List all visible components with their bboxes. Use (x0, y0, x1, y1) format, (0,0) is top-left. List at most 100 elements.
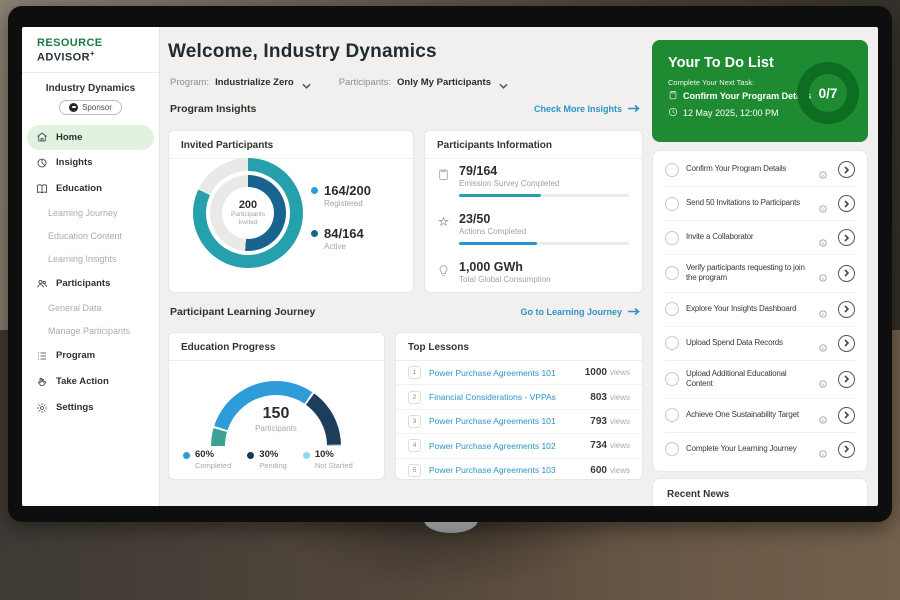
lesson-row: 3 Power Purchase Agreements 101 793 view… (396, 410, 642, 434)
link-label: Check More Insights (534, 104, 622, 114)
completed-dot (183, 452, 190, 459)
education-progress-card: Education Progress 150 Participants 60% … (168, 332, 385, 480)
card-title: Top Lessons (396, 333, 642, 361)
sidebar-item-label: Manage Participants (48, 326, 130, 336)
task-row[interactable]: Upload Additional Educational Content (665, 361, 855, 399)
arrow-right-icon (627, 104, 640, 115)
task-row[interactable]: Invite a Collaborator (665, 221, 855, 255)
task-checkbox[interactable] (665, 408, 679, 422)
task-label: Send 50 Invitations to Participants (686, 198, 812, 208)
hand-icon (35, 375, 48, 388)
sidebar-item-insights[interactable]: Insights (22, 150, 159, 176)
participants-filter-value[interactable]: Only My Participants (397, 77, 491, 88)
task-checkbox[interactable] (665, 372, 679, 386)
task-row[interactable]: Achieve One Sustainability Target (665, 399, 855, 433)
task-checkbox[interactable] (665, 336, 679, 350)
task-go-button[interactable] (838, 301, 855, 318)
pending-dot (247, 452, 254, 459)
task-row[interactable]: Complete Your Learning Journey (665, 433, 855, 466)
task-row[interactable]: Confirm Your Program Details (665, 153, 855, 187)
task-info-icon (819, 269, 827, 277)
task-checkbox[interactable] (665, 163, 679, 177)
views-suffix: views (610, 441, 630, 450)
views-suffix: views (610, 466, 630, 475)
lesson-row: 5 Power Purchase Agreements 103 600 view… (396, 459, 642, 482)
rank-badge: 1 (408, 366, 421, 379)
task-info-icon (819, 411, 827, 419)
card-title: Participants Information (425, 131, 642, 159)
legend-not-started: 10% Not Started (303, 449, 353, 470)
survey-progress-fill (459, 194, 541, 197)
task-checkbox[interactable] (665, 442, 679, 456)
task-go-button[interactable] (838, 229, 855, 246)
task-label: Upload Additional Educational Content (686, 369, 812, 390)
arrow-right-icon (627, 307, 640, 318)
sidebar-item-education[interactable]: Education (22, 176, 159, 202)
task-label: Confirm Your Program Details (686, 164, 812, 174)
actions-progress-track (459, 242, 629, 245)
registered-label: Registered (324, 199, 371, 208)
todo-progress-ring: 0/7 (797, 62, 859, 124)
completed-pct: 60% (195, 449, 231, 460)
task-checkbox[interactable] (665, 266, 679, 280)
sidebar-item-label: Home (56, 132, 82, 143)
task-go-button[interactable] (838, 441, 855, 458)
chevron-down-icon[interactable] (302, 81, 311, 87)
lesson-link[interactable]: Financial Considerations - VPPAs (429, 392, 590, 402)
sidebar-item-take-action[interactable]: Take Action (22, 369, 159, 395)
logo-resource: RESOURCE (37, 37, 103, 49)
task-checkbox[interactable] (665, 302, 679, 316)
task-go-button[interactable] (838, 371, 855, 388)
sidebar-item-manage-participants[interactable]: Manage Participants (22, 320, 159, 343)
task-checkbox[interactable] (665, 197, 679, 211)
sidebar-item-education-content[interactable]: Education Content (22, 225, 159, 248)
lesson-link[interactable]: Power Purchase Agreements 102 (429, 441, 590, 451)
invited-participants-card: Invited Participants 200 ParticipantsInv… (168, 130, 414, 293)
lesson-row: 4 Power Purchase Agreements 102 734 view… (396, 434, 642, 458)
task-label: Explore Your Insights Dashboard (686, 304, 812, 314)
dashboard-screen: RESOURCE ADVISOR+ Industry Dynamics Spon… (22, 27, 878, 506)
collapse-tasks-link[interactable]: Collapse Tasks (665, 466, 855, 472)
sidebar-item-participants[interactable]: Participants (22, 271, 159, 297)
task-go-button[interactable] (838, 335, 855, 352)
lesson-link[interactable]: Power Purchase Agreements 101 (429, 416, 590, 426)
lesson-link[interactable]: Power Purchase Agreements 101 (429, 368, 585, 378)
lesson-link[interactable]: Power Purchase Agreements 103 (429, 465, 590, 475)
lesson-row: 2 Financial Considerations - VPPAs 803 v… (396, 385, 642, 409)
sidebar-item-label: Education Content (48, 231, 122, 241)
card-title: Education Progress (169, 333, 384, 361)
chevron-down-icon[interactable] (499, 81, 508, 87)
sidebar-item-program[interactable]: Program (22, 343, 159, 369)
gauge-center-value: 150 (211, 405, 341, 423)
task-checkbox[interactable] (665, 231, 679, 245)
task-go-button[interactable] (838, 195, 855, 212)
logo-plus: + (90, 49, 95, 58)
task-go-button[interactable] (838, 161, 855, 178)
sidebar-item-learning-insights[interactable]: Learning Insights (22, 248, 159, 271)
task-row[interactable]: Verify participants requesting to join t… (665, 255, 855, 293)
sidebar-item-home[interactable]: Home (27, 125, 154, 150)
task-go-button[interactable] (838, 407, 855, 424)
gear-icon (35, 401, 48, 414)
program-filter-value[interactable]: Industrialize Zero (215, 77, 294, 88)
sidebar-item-settings[interactable]: Settings (22, 395, 159, 421)
clock-icon (668, 107, 678, 119)
education-gauge-chart: 150 Participants (211, 381, 341, 447)
todo-progress-value: 0/7 (819, 86, 838, 101)
task-row[interactable]: Send 50 Invitations to Participants (665, 187, 855, 221)
task-info-icon (819, 234, 827, 242)
check-more-insights-link[interactable]: Check More Insights (534, 104, 640, 115)
insights-icon (35, 156, 48, 169)
task-row[interactable]: Upload Spend Data Records (665, 327, 855, 361)
active-value: 84/164 (324, 226, 364, 241)
sidebar-item-learning-journey[interactable]: Learning Journey (22, 202, 159, 225)
sidebar-item-label: Education (56, 183, 102, 194)
go-to-learning-journey-link[interactable]: Go to Learning Journey (520, 307, 640, 318)
sidebar-item-label: Insights (56, 157, 92, 168)
sidebar-item-general-data[interactable]: General Data (22, 297, 159, 320)
task-go-button[interactable] (838, 265, 855, 282)
task-row[interactable]: Explore Your Insights Dashboard (665, 293, 855, 327)
task-label: Complete Your Learning Journey (686, 444, 812, 454)
sidebar-item-label: Participants (56, 278, 110, 289)
actions-label: Actions Completed (459, 227, 629, 236)
